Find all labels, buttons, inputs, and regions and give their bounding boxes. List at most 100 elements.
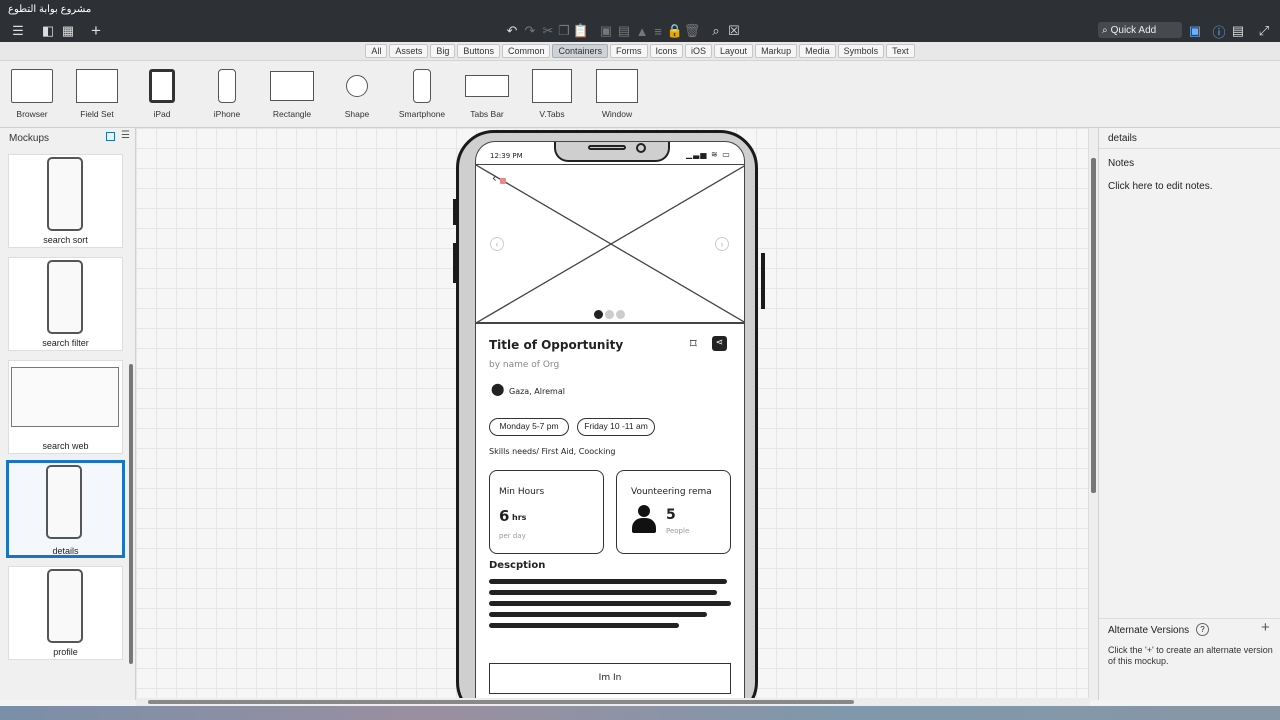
back-arrow-icon[interactable]: ‹: [492, 171, 497, 185]
grid-view-icon[interactable]: ▦: [60, 22, 76, 40]
component-v-tabs[interactable]: V.Tabs: [522, 67, 582, 119]
card-sub: People: [666, 527, 690, 535]
status-icons: ▁▃▅ ≋ ▭: [686, 150, 731, 159]
carousel-prev-icon[interactable]: ‹: [490, 237, 504, 251]
bookmark-icon[interactable]: ⌑: [690, 337, 697, 352]
category-tab-text[interactable]: Text: [886, 44, 915, 58]
cut-icon[interactable]: ✂: [540, 22, 556, 40]
carousel-dot[interactable]: [605, 310, 614, 319]
mockup-label: search filter: [42, 338, 89, 348]
component-iphone[interactable]: iPhone: [197, 67, 257, 119]
alternate-versions-hint: Click the '+' to create an alternate ver…: [1108, 645, 1273, 666]
mockup-thumbnail-search-sort[interactable]: search sort: [8, 154, 123, 248]
search-icon[interactable]: ⌕: [708, 22, 724, 40]
design-canvas[interactable]: 12:39 PM ▁▃▅ ≋ ▭ ‹ ‹ › Title of Opportun…: [136, 128, 1090, 698]
mockups-panel-title: Mockups: [9, 133, 50, 144]
mockup-thumbnail-profile[interactable]: profile: [8, 566, 123, 660]
component-label: Tabs Bar: [470, 109, 504, 119]
align-icon[interactable]: ≡: [650, 22, 666, 40]
toolbar: ☰ ◧ ▦ + ↶ ↷ ✂ ❐ 📋 ▣ ▤ ▲ ≡ 🔒 🗑 ⌕ ☒ ⌕ Quic…: [0, 20, 1280, 42]
component-ipad[interactable]: iPad: [132, 67, 192, 119]
smartphone-mockup[interactable]: 12:39 PM ▁▃▅ ≋ ▭ ‹ ‹ › Title of Opportun…: [453, 130, 765, 698]
category-bar: All Assets Big Buttons Common Containers Forms…: [0, 42, 1280, 61]
search-icon: ⌕: [1102, 24, 1108, 36]
category-tab-icons[interactable]: Icons: [649, 44, 684, 58]
mockup-thumbnail-details[interactable]: details: [6, 460, 125, 558]
ungroup-icon[interactable]: ▤: [616, 22, 632, 40]
category-tab-forms[interactable]: Forms: [610, 44, 648, 58]
location-pin-icon: ⬤: [491, 382, 505, 396]
carousel-next-icon[interactable]: ›: [715, 237, 729, 251]
category-tab-assets[interactable]: Assets: [389, 44, 429, 58]
component-preview-icon: [532, 69, 572, 103]
category-tab-containers[interactable]: Containers: [552, 44, 608, 58]
bring-front-icon[interactable]: ▲: [634, 22, 650, 40]
component-window[interactable]: Window: [587, 67, 647, 119]
hamburger-menu-icon[interactable]: ☰: [8, 22, 28, 40]
mockups-panel: Mockups ☰ search sort search filter search…: [0, 128, 136, 700]
list-view-icon[interactable]: ☰: [121, 130, 130, 141]
properties-panel: details Notes Click here to edit notes. …: [1098, 128, 1280, 700]
component-shape[interactable]: Shape: [327, 67, 387, 119]
category-tab-big[interactable]: Big: [430, 44, 456, 58]
info-icon[interactable]: ⓘ: [1211, 22, 1227, 40]
component-preview-icon: [413, 69, 431, 103]
group-icon[interactable]: ▣: [598, 22, 614, 40]
single-view-icon[interactable]: ◧: [40, 22, 56, 40]
paste-icon[interactable]: 📋: [573, 22, 589, 40]
mockups-panel-header: Mockups ☰: [0, 128, 136, 148]
category-tab-all[interactable]: All: [365, 44, 388, 58]
lock-icon[interactable]: 🔒: [667, 22, 683, 40]
mockup-thumbnail-search-web[interactable]: search web: [8, 360, 123, 454]
category-tab-markup[interactable]: Markup: [755, 44, 798, 58]
card-value: 5: [666, 507, 676, 523]
component-browser[interactable]: Browser: [2, 67, 62, 119]
category-tab-ios[interactable]: iOS: [685, 44, 713, 58]
help-icon[interactable]: ?: [1196, 623, 1209, 636]
thumbnail-view-icon[interactable]: [106, 132, 115, 141]
image-carousel[interactable]: ‹ ‹ ›: [476, 164, 744, 324]
component-tabs-bar[interactable]: Tabs Bar: [457, 67, 517, 119]
notes-icon[interactable]: ▤: [1230, 22, 1246, 40]
component-label: Field Set: [80, 109, 114, 119]
component-preview-icon: [596, 69, 638, 103]
undo-icon[interactable]: ↶: [504, 22, 520, 40]
component-preview-icon: [270, 71, 314, 101]
trash-icon[interactable]: 🗑: [684, 22, 701, 40]
share-icon[interactable]: ⋖: [712, 336, 727, 351]
category-tab-layout[interactable]: Layout: [714, 44, 754, 58]
im-in-button[interactable]: Im In: [489, 663, 731, 694]
quick-add-input[interactable]: ⌕ Quick Add: [1098, 22, 1182, 38]
category-tab-symbols[interactable]: Symbols: [837, 44, 885, 58]
category-tab-buttons[interactable]: Buttons: [457, 44, 500, 58]
time-slot-pill[interactable]: Friday 10 -11 am: [577, 418, 655, 436]
component-preview-icon: [465, 75, 509, 97]
component-label: iPad: [153, 109, 171, 119]
add-alternate-version-icon[interactable]: +: [1261, 619, 1270, 636]
canvas-horizontal-scrollbar[interactable]: [136, 698, 1090, 706]
category-tab-media[interactable]: Media: [799, 44, 836, 58]
category-tab-common[interactable]: Common: [501, 44, 551, 58]
canvas-vertical-scrollbar[interactable]: [1088, 128, 1098, 700]
copy-icon[interactable]: ❐: [556, 22, 572, 40]
add-icon[interactable]: +: [88, 21, 104, 40]
component-smartphone[interactable]: Smartphone: [392, 67, 452, 119]
mockup-thumbnail-search-filter[interactable]: search filter: [8, 257, 123, 351]
component-field-set[interactable]: Field Set: [67, 67, 127, 119]
component-label: Smartphone: [398, 109, 446, 119]
time-slot-pill[interactable]: Monday 5-7 pm: [489, 418, 569, 436]
component-label: Browser: [16, 109, 48, 119]
component-rectangle[interactable]: Rectangle: [262, 67, 322, 119]
close-search-icon[interactable]: ☒: [726, 22, 742, 40]
mockup-preview-icon: [47, 157, 83, 231]
redo-icon[interactable]: ↷: [522, 22, 538, 40]
mockups-scrollbar[interactable]: [129, 364, 133, 664]
component-label: Rectangle: [272, 109, 312, 119]
notes-edit-area[interactable]: Click here to edit notes.: [1108, 181, 1213, 192]
fullscreen-icon[interactable]: ⤢: [1256, 22, 1272, 40]
carousel-dot[interactable]: [616, 310, 625, 319]
carousel-dot-active[interactable]: [594, 310, 603, 319]
view-toggle-icon[interactable]: ▣: [1187, 22, 1203, 40]
person-icon: [631, 505, 657, 535]
mockup-label: profile: [53, 647, 78, 657]
